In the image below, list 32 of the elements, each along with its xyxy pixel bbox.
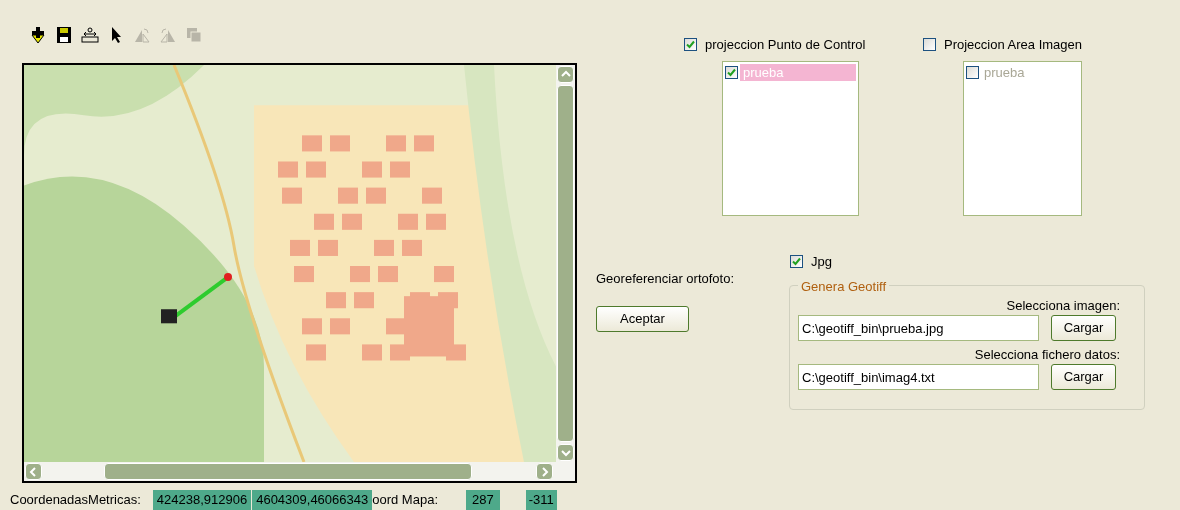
coordinates-label: CoordenadasMetricas: xyxy=(10,491,141,510)
scrollbar-thumb[interactable] xyxy=(557,85,574,442)
add-icon[interactable] xyxy=(28,25,48,45)
vertical-scrollbar[interactable] xyxy=(556,65,575,462)
jpg-label: Jpg xyxy=(811,252,832,271)
scroll-up-button[interactable] xyxy=(557,66,574,83)
scroll-left-button[interactable] xyxy=(25,463,42,480)
projection-label: projeccion Punto de Control xyxy=(705,36,866,54)
save-icon[interactable] xyxy=(54,25,74,45)
map-coordinates-label: oord Mapa: xyxy=(372,491,438,510)
path-field[interactable]: C:\geotiff_bin\prueba.jpg xyxy=(798,315,1039,341)
path-field[interactable]: C:\geotiff_bin\imag4.txt xyxy=(798,364,1039,390)
checkbox[interactable] xyxy=(684,38,697,52)
field-label: Selecciona fichero datos: xyxy=(974,347,1120,363)
map-y-value: -311 xyxy=(525,490,557,510)
load-button[interactable]: Cargar xyxy=(1051,364,1116,390)
x-coordinate-value: 424238,912906 xyxy=(152,490,252,510)
accept-button[interactable]: Aceptar xyxy=(596,306,689,332)
projection-label: Projeccion Area Imagen xyxy=(944,36,1083,54)
load-button[interactable]: Cargar xyxy=(1051,315,1116,341)
scroll-down-button[interactable] xyxy=(557,444,574,461)
checkbox[interactable] xyxy=(725,65,738,79)
georeference-label: Georeferenciar ortofoto: xyxy=(596,269,736,288)
checkbox[interactable] xyxy=(923,38,936,52)
ruler-icon[interactable] xyxy=(80,25,100,45)
map-x-value: 287 xyxy=(466,490,500,510)
field-label: Selecciona imagen: xyxy=(1006,298,1120,314)
y-coordinate-value: 4604309,46066343 xyxy=(252,490,373,510)
checkbox[interactable] xyxy=(790,254,803,268)
horizontal-scrollbar[interactable] xyxy=(24,462,575,481)
scrollbar-thumb[interactable] xyxy=(104,463,472,480)
scroll-right-button[interactable] xyxy=(536,463,553,480)
